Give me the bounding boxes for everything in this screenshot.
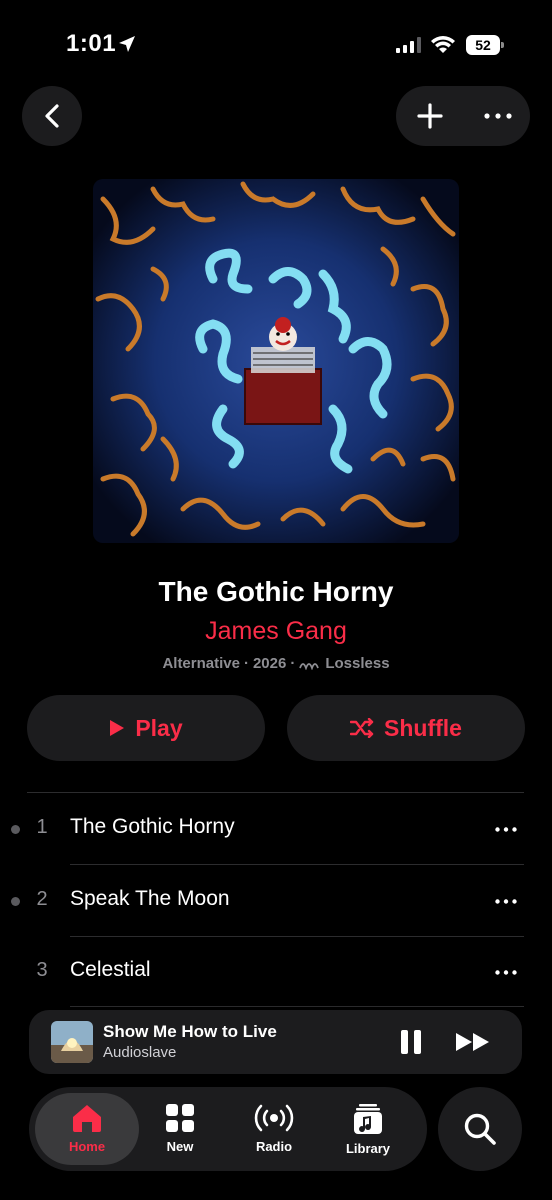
- track-divider: [70, 1006, 524, 1007]
- radio-icon: [254, 1104, 294, 1132]
- play-button[interactable]: Play: [27, 695, 265, 761]
- album-artist-link[interactable]: James Gang: [0, 617, 552, 646]
- album-meta: Alternative · 2026 · Lossless: [0, 655, 552, 672]
- more-options-button[interactable]: [474, 92, 522, 140]
- location-arrow-icon: [119, 36, 135, 52]
- back-button[interactable]: [22, 86, 82, 146]
- play-icon: [110, 720, 125, 736]
- chevron-left-icon: [45, 104, 59, 128]
- pause-icon: [401, 1030, 421, 1054]
- library-icon: [354, 1104, 382, 1134]
- track-title: Speak The Moon: [70, 887, 230, 910]
- track-number: 2: [36, 888, 48, 910]
- tab-label: New: [166, 1139, 194, 1154]
- track-row[interactable]: 2 Speak The Moon: [0, 866, 552, 936]
- track-title: The Gothic Horny: [70, 815, 235, 838]
- track-number: 1: [36, 816, 48, 838]
- meta-separator: ·: [290, 655, 296, 672]
- track-more-button[interactable]: [486, 814, 526, 844]
- mini-player[interactable]: Show Me How to Live Audioslave: [29, 1010, 522, 1074]
- track-row[interactable]: 3 Celestial: [0, 937, 552, 1007]
- grid-icon: [166, 1104, 194, 1132]
- album-year: 2026: [252, 655, 287, 672]
- ellipsis-icon: [495, 826, 517, 832]
- search-button[interactable]: [438, 1087, 522, 1171]
- status-bar: 1:01 52: [0, 0, 552, 90]
- now-playing-title: Show Me How to Live: [103, 1022, 277, 1041]
- ellipsis-icon: [484, 113, 512, 119]
- tab-label: Library: [345, 1141, 391, 1156]
- now-playing-artist: Audioslave: [103, 1044, 177, 1061]
- forward-icon: [456, 1033, 489, 1051]
- battery-level: 52: [466, 35, 500, 55]
- battery-tip: [501, 42, 504, 48]
- ellipsis-icon: [495, 898, 517, 904]
- tab-label: Radio: [255, 1139, 293, 1154]
- tracklist-top-divider: [27, 792, 524, 793]
- track-indicator-dot: [11, 897, 20, 906]
- shuffle-button[interactable]: Shuffle: [287, 695, 525, 761]
- tab-new[interactable]: New: [133, 1093, 227, 1165]
- album-quality: Lossless: [325, 655, 390, 672]
- cellular-signal-icon: [396, 37, 421, 53]
- track-indicator-dot: [11, 825, 20, 834]
- play-label: Play: [135, 714, 183, 741]
- album-title: The Gothic Horny: [158, 576, 394, 607]
- lossless-icon: [299, 662, 320, 670]
- battery-indicator: 52: [466, 35, 504, 55]
- album-artwork: [93, 179, 459, 543]
- track-title: Celestial: [70, 958, 151, 981]
- track-more-button[interactable]: [486, 957, 526, 987]
- tab-bar: Home New Radio Library: [29, 1087, 427, 1171]
- track-divider: [70, 864, 524, 865]
- next-track-button[interactable]: [453, 1026, 493, 1058]
- track-number: 3: [36, 959, 48, 981]
- tab-label: Home: [68, 1139, 106, 1154]
- shuffle-label: Shuffle: [384, 714, 462, 741]
- plus-icon: [417, 103, 443, 129]
- track-more-button[interactable]: [486, 886, 526, 916]
- meta-separator: ·: [243, 655, 249, 672]
- home-icon: [73, 1105, 101, 1132]
- tab-radio[interactable]: Radio: [227, 1093, 321, 1165]
- pause-button[interactable]: [395, 1026, 427, 1058]
- add-to-library-button[interactable]: [406, 92, 454, 140]
- search-icon: [464, 1113, 496, 1145]
- track-row[interactable]: 1 The Gothic Horny: [0, 794, 552, 864]
- album-genre: Alternative: [162, 655, 240, 672]
- status-time: 1:01: [66, 30, 117, 57]
- now-playing-artwork: [51, 1021, 93, 1063]
- tab-library[interactable]: Library: [321, 1093, 415, 1165]
- wifi-icon: [431, 36, 455, 53]
- shuffle-icon: [350, 718, 374, 738]
- ellipsis-icon: [495, 969, 517, 975]
- top-actions-group: [396, 86, 530, 146]
- tab-home[interactable]: Home: [35, 1093, 139, 1165]
